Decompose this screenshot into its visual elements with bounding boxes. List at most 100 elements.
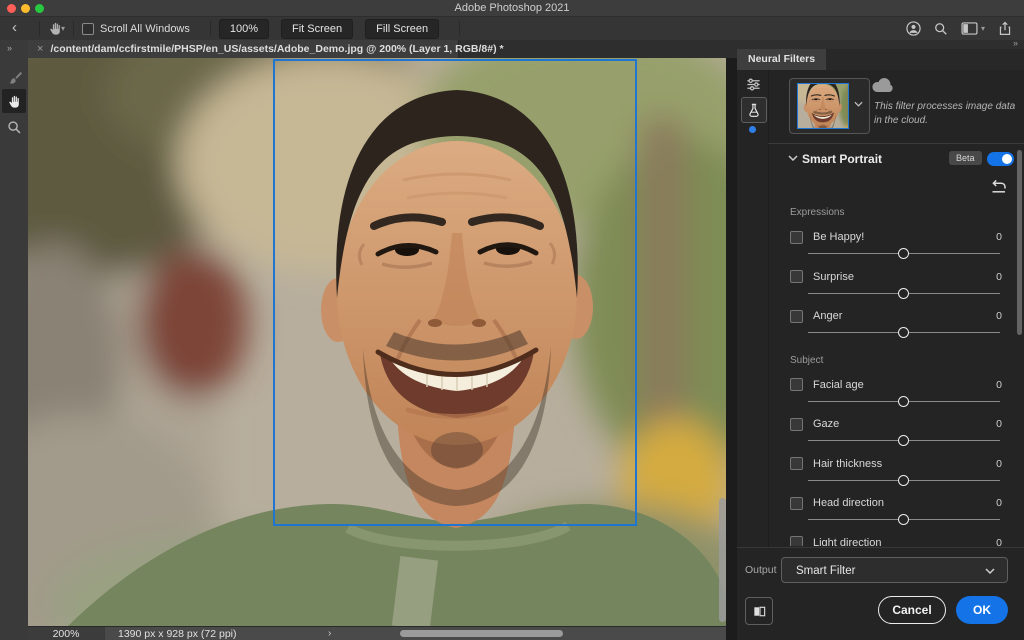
slider-track[interactable] xyxy=(808,395,1000,407)
slider-value: 0 xyxy=(996,536,1002,547)
filter-slider-row: Be Happy! 0 xyxy=(790,229,1002,269)
filter-thumbnail-card[interactable] xyxy=(789,78,870,134)
zoom-100-button[interactable]: 100% xyxy=(218,18,270,39)
document-dimensions: 1390 px x 928 px (72 ppi) xyxy=(118,628,237,640)
slider-knob[interactable] xyxy=(898,287,909,299)
smart-portrait-toggle[interactable] xyxy=(987,152,1014,166)
close-document-icon[interactable]: × xyxy=(37,43,43,55)
panel-scrollbar[interactable] xyxy=(1017,150,1022,335)
panel-tab-row: Neural Filters xyxy=(737,49,1024,70)
slider-value: 0 xyxy=(996,270,1002,283)
all-filters-icon[interactable] xyxy=(741,72,765,96)
divider xyxy=(768,70,769,548)
slider-checkbox[interactable] xyxy=(790,378,803,391)
face-detection-box[interactable] xyxy=(273,59,637,526)
preview-split-button[interactable] xyxy=(745,597,773,625)
slider-knob[interactable] xyxy=(898,514,909,525)
search-icon[interactable] xyxy=(934,22,948,36)
slider-checkbox[interactable] xyxy=(790,536,803,546)
slider-track[interactable] xyxy=(808,287,1000,299)
canvas-vertical-scrollbar[interactable] xyxy=(719,498,726,622)
filter-slider-row: Anger 0 xyxy=(790,308,1002,348)
thumbnail-chevron-icon[interactable] xyxy=(854,101,863,107)
status-chevron-icon[interactable]: › xyxy=(328,627,331,640)
filter-slider-row: Surprise 0 xyxy=(790,269,1002,309)
filter-slider-row: Head direction 0 xyxy=(790,495,1002,535)
scroll-all-windows-checkbox[interactable] xyxy=(82,22,95,35)
slider-checkbox[interactable] xyxy=(790,417,803,431)
scroll-all-windows-label: Scroll All Windows xyxy=(100,22,190,35)
slider-track[interactable] xyxy=(808,327,1000,338)
beta-filters-icon[interactable] xyxy=(741,97,767,123)
window-title: Adobe Photoshop 2021 xyxy=(454,2,570,14)
output-select[interactable]: Smart Filter xyxy=(781,557,1008,583)
slider-value: 0 xyxy=(996,231,1002,243)
slider-knob[interactable] xyxy=(898,395,909,407)
output-chevron-icon xyxy=(985,568,995,574)
document-tab-bar: » × /content/dam/ccfirstmile/PHSP/en_US/… xyxy=(0,40,737,59)
back-chevron-icon[interactable]: ‹ xyxy=(12,20,17,35)
cloud-icon xyxy=(871,78,893,93)
workspace-chevron-icon[interactable]: ▾ xyxy=(981,24,985,33)
slider-value: 0 xyxy=(996,497,1002,509)
slider-checkbox[interactable] xyxy=(790,496,803,510)
tool-strip xyxy=(0,58,29,640)
zoom-tool-icon[interactable] xyxy=(2,115,26,139)
slider-checkbox[interactable] xyxy=(790,230,803,244)
filter-slider-row: Gaze 0 xyxy=(790,416,1002,456)
slider-track[interactable] xyxy=(808,248,1000,259)
share-icon[interactable] xyxy=(998,21,1012,36)
panel-collapse-icon[interactable]: » xyxy=(1013,38,1018,48)
divider xyxy=(459,21,461,36)
document-canvas[interactable] xyxy=(28,58,726,626)
slider-checkbox[interactable] xyxy=(790,309,803,323)
neural-filters-tab[interactable]: Neural Filters xyxy=(737,49,827,70)
panel-gutter xyxy=(726,58,737,640)
slider-knob[interactable] xyxy=(898,327,909,338)
slider-label: Anger xyxy=(813,310,843,322)
face-thumbnail[interactable] xyxy=(797,83,849,129)
smart-portrait-title[interactable]: Smart Portrait xyxy=(802,152,882,166)
slider-value: 0 xyxy=(996,418,1002,430)
section-title: Expressions xyxy=(790,207,845,218)
slider-label: Hair thickness xyxy=(813,457,883,470)
photoshop-window: Adobe Photoshop 2021 ‹ ▾ Scroll All Wind… xyxy=(0,0,1024,640)
section-title: Subject xyxy=(790,354,824,366)
active-filter-indicator-dot xyxy=(749,126,756,133)
ok-button[interactable]: OK xyxy=(956,596,1008,624)
beta-badge: Beta xyxy=(949,151,982,165)
zoom-level-field[interactable]: 200% xyxy=(28,627,105,640)
filter-sections: Expressions Be Happy! 0 Surprise 0 Anger 0 Subj… xyxy=(790,200,1002,546)
fit-screen-button[interactable]: Fit Screen xyxy=(281,18,354,39)
hand-tool-selected[interactable] xyxy=(2,89,26,113)
tool-preset-chevron-icon[interactable]: ▾ xyxy=(61,24,65,33)
brush-tool-icon[interactable] xyxy=(2,66,26,90)
slider-value: 0 xyxy=(996,378,1002,391)
workspace-layout-icon[interactable]: ▾ xyxy=(961,22,985,35)
slider-knob[interactable] xyxy=(898,435,909,446)
slider-label: Light direction xyxy=(813,536,882,547)
reset-filter-icon[interactable] xyxy=(989,178,1008,195)
options-bar: ‹ ▾ Scroll All Windows 100% Fit Screen F… xyxy=(0,17,1024,41)
divider xyxy=(768,143,1024,144)
slider-checkbox[interactable] xyxy=(790,270,803,283)
slider-checkbox[interactable] xyxy=(790,457,803,470)
divider xyxy=(209,21,211,36)
fill-screen-button[interactable]: Fill Screen xyxy=(365,18,440,39)
slider-knob[interactable] xyxy=(898,474,909,486)
slider-track[interactable] xyxy=(808,514,1000,525)
smart-portrait-collapse-icon[interactable] xyxy=(788,155,798,161)
cancel-button[interactable]: Cancel xyxy=(878,596,946,624)
slider-track[interactable] xyxy=(808,435,1000,446)
filter-slider-row: Light direction 0 xyxy=(790,535,1002,547)
document-tab[interactable]: × /content/dam/ccfirstmile/PHSP/en_US/as… xyxy=(28,40,504,58)
titlebar: Adobe Photoshop 2021 xyxy=(0,0,1024,17)
neural-filters-panel: » Neural Filters This filter processes i… xyxy=(737,38,1024,640)
slider-track[interactable] xyxy=(808,474,1000,486)
output-value: Smart Filter xyxy=(796,565,856,577)
canvas-horizontal-scrollbar[interactable] xyxy=(400,630,563,637)
slider-knob[interactable] xyxy=(898,248,909,259)
document-tab-title: /content/dam/ccfirstmile/PHSP/en_US/asse… xyxy=(50,43,504,55)
toolbar-collapse-icon[interactable]: » xyxy=(0,40,28,58)
account-avatar-icon[interactable] xyxy=(906,21,921,36)
